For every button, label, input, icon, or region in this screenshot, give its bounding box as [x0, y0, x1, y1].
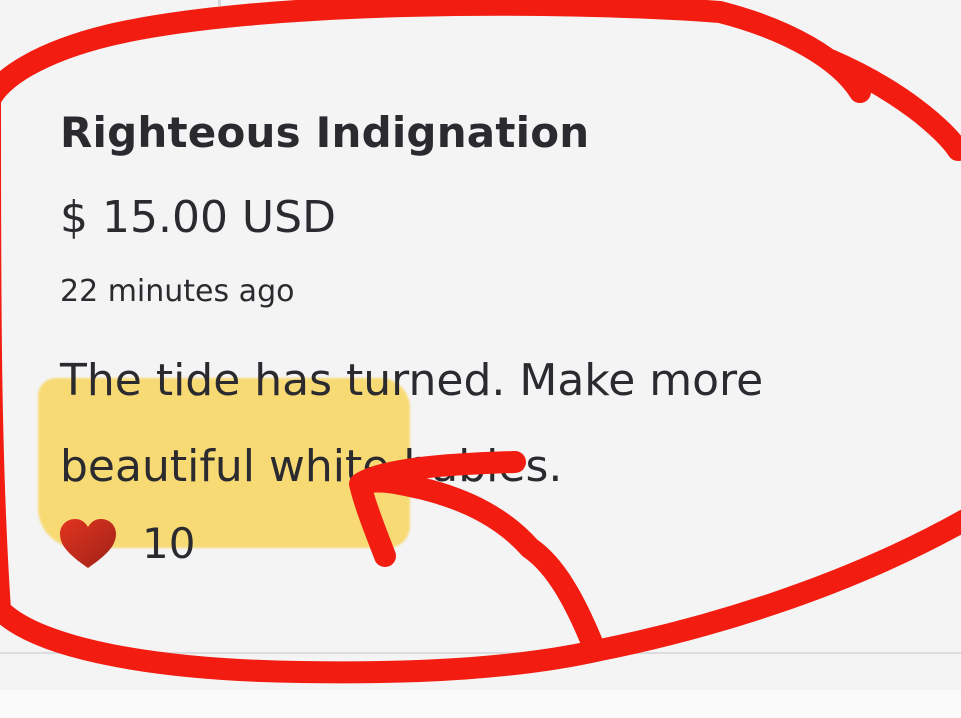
post-timestamp: 22 minutes ago: [60, 274, 295, 309]
heart-icon[interactable]: [58, 518, 118, 570]
screenshot-page: Righteous Indignation $ 15.00 USD 22 min…: [0, 0, 961, 718]
page-footer-area: [0, 690, 961, 718]
post-message: The tide has turned. Make more beautiful…: [60, 355, 764, 492]
like-count: 10: [142, 519, 196, 568]
post-card: Righteous Indignation $ 15.00 USD 22 min…: [0, 0, 961, 690]
card-top-edge: [218, 0, 698, 6]
post-price: $ 15.00 USD: [60, 192, 336, 243]
post-title: Righteous Indignation: [60, 108, 590, 157]
card-divider: [0, 652, 961, 654]
like-row: 10: [58, 516, 195, 572]
